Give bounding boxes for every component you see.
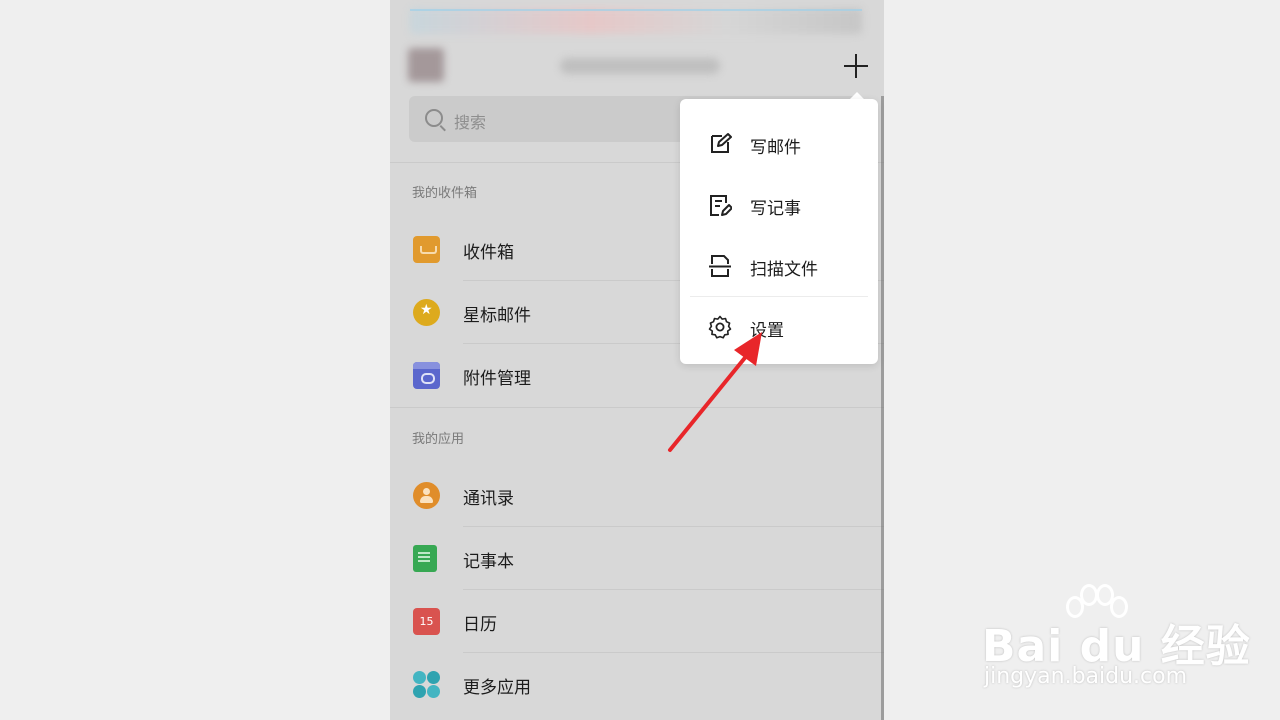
menu-item-label: 扫描文件: [750, 260, 818, 280]
search-placeholder: 搜索: [454, 113, 487, 132]
baidu-jingyan-watermark: Bai du 经验 jingyan.baidu.com: [982, 582, 1250, 692]
compose-icon: [711, 133, 732, 153]
panel-edge-shadow: [881, 96, 884, 720]
divider: [463, 652, 884, 653]
top-banner-line: [410, 9, 862, 11]
section-title-apps: 我的应用: [412, 432, 465, 447]
sidebar-item-more-apps[interactable]: 更多应用: [390, 654, 884, 716]
more-apps-icon: [413, 671, 440, 698]
item-label: 通讯录: [463, 489, 514, 509]
menu-item-label: 写记事: [750, 199, 801, 219]
notebook-icon: [413, 545, 437, 572]
sidebar-item-calendar[interactable]: 15 日历: [390, 591, 884, 653]
calendar-icon: 15: [413, 608, 440, 635]
contacts-icon: [413, 482, 440, 509]
note-edit-icon: [710, 195, 732, 216]
sidebar-item-notebook[interactable]: 记事本: [390, 528, 884, 590]
item-label: 更多应用: [463, 678, 531, 698]
menu-item-scan[interactable]: 扫描文件: [680, 236, 878, 296]
menu-item-compose[interactable]: 写邮件: [680, 114, 878, 174]
item-label: 收件箱: [463, 243, 514, 263]
sidebar-item-contacts[interactable]: 通讯录: [390, 465, 884, 527]
item-label: 日历: [463, 615, 497, 635]
item-label: 附件管理: [463, 369, 531, 389]
item-label: 星标邮件: [463, 306, 531, 326]
avatar[interactable]: [408, 48, 444, 82]
divider: [463, 526, 884, 527]
annotation-arrow: [668, 332, 762, 452]
attachment-icon: [413, 362, 440, 389]
menu-item-label: 写邮件: [750, 138, 801, 158]
search-icon: [425, 109, 443, 127]
scan-icon: [709, 255, 731, 277]
account-name: [560, 58, 720, 74]
item-label: 记事本: [463, 552, 514, 572]
star-icon: [413, 299, 440, 326]
top-banner: [410, 8, 862, 34]
inbox-icon: [413, 236, 440, 263]
section-title-mailbox: 我的收件箱: [412, 186, 478, 201]
divider: [390, 407, 884, 408]
menu-item-new-note[interactable]: 写记事: [680, 175, 878, 235]
watermark-url: jingyan.baidu.com: [984, 664, 1188, 689]
divider: [463, 589, 884, 590]
plus-icon[interactable]: [844, 54, 868, 78]
